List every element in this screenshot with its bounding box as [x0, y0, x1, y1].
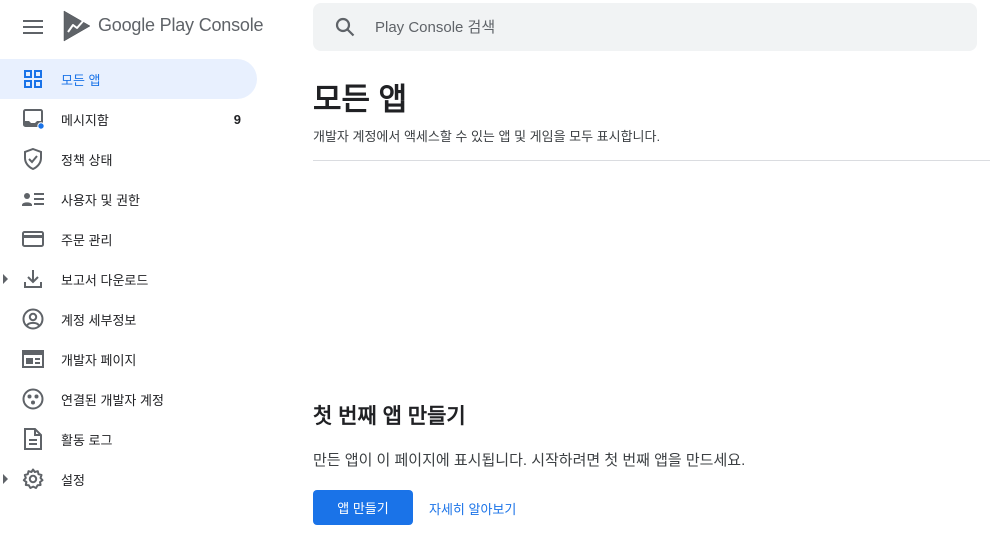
empty-state-title: 첫 번째 앱 만들기 [313, 405, 466, 428]
create-app-button[interactable]: 앱 만들기 [313, 490, 413, 525]
sidebar-item-label: 모든 앱 [61, 72, 101, 88]
sidebar-item-all-apps[interactable]: 모든 앱 [0, 59, 257, 99]
sidebar-item-label: 사용자 및 권한 [61, 192, 140, 208]
web-page-icon [22, 348, 44, 370]
sidebar-item-settings[interactable]: 설정 [0, 459, 257, 499]
brand-console: Console [198, 15, 264, 35]
sidebar-item-developer-page[interactable]: 개발자 페이지 [0, 339, 257, 379]
search-icon[interactable] [335, 17, 355, 37]
sidebar-item-label: 계정 세부정보 [61, 312, 137, 328]
page-title: 모든 앱 [313, 82, 408, 117]
brand-google: Google Play [98, 15, 194, 35]
credit-card-icon [22, 228, 44, 250]
search-bar[interactable] [313, 3, 977, 51]
sidebar: Google Play Console 모든 앱 메시지함 9 정책 상태 사용… [0, 0, 280, 556]
search-input[interactable] [375, 15, 955, 39]
hamburger-menu-icon [23, 20, 43, 34]
sidebar-item-label: 활동 로그 [61, 432, 113, 448]
inbox-count-badge: 9 [233, 111, 241, 127]
people-list-icon [22, 188, 44, 210]
sidebar-item-label: 설정 [61, 472, 85, 488]
expand-arrow-icon[interactable] [3, 274, 8, 284]
expand-arrow-icon[interactable] [3, 474, 8, 484]
sidebar-header: Google Play Console [0, 0, 280, 54]
sidebar-item-order-management[interactable]: 주문 관리 [0, 219, 257, 259]
sidebar-item-activity-log[interactable]: 활동 로그 [0, 419, 257, 459]
sidebar-nav: 모든 앱 메시지함 9 정책 상태 사용자 및 권한 주문 관리 보고서 다운로… [0, 59, 280, 499]
account-circle-icon [22, 308, 44, 330]
sidebar-item-linked-accounts[interactable]: 연결된 개발자 계정 [0, 379, 257, 419]
empty-state-description: 만든 앱이 이 페이지에 표시됩니다. 시작하려면 첫 번째 앱을 만드세요. [313, 452, 746, 469]
learn-more-link[interactable]: 자세히 알아보기 [429, 499, 516, 518]
sidebar-item-policy-status[interactable]: 정책 상태 [0, 139, 257, 179]
sidebar-item-account-details[interactable]: 계정 세부정보 [0, 299, 257, 339]
sidebar-item-label: 연결된 개발자 계정 [61, 392, 164, 408]
grid-icon [22, 68, 44, 90]
page-subtitle: 개발자 계정에서 액세스할 수 있는 앱 및 게임을 모두 표시합니다. [313, 129, 661, 144]
sidebar-item-label: 정책 상태 [61, 152, 113, 168]
gear-icon [22, 468, 44, 490]
sidebar-item-label: 주문 관리 [61, 232, 113, 248]
sidebar-item-users-permissions[interactable]: 사용자 및 권한 [0, 179, 257, 219]
shield-check-icon [22, 148, 44, 170]
sidebar-item-download-reports[interactable]: 보고서 다운로드 [0, 259, 257, 299]
sidebar-item-label: 보고서 다운로드 [61, 272, 149, 288]
document-icon [22, 428, 44, 450]
linked-accounts-icon [22, 388, 44, 410]
inbox-icon [22, 108, 44, 130]
divider [313, 160, 990, 161]
sidebar-item-inbox[interactable]: 메시지함 9 [0, 99, 257, 139]
download-icon [22, 268, 44, 290]
sidebar-item-label: 메시지함 [61, 112, 109, 128]
menu-button[interactable] [20, 15, 46, 39]
brand-name[interactable]: Google Play Console [98, 15, 264, 36]
play-console-logo-icon[interactable] [62, 10, 92, 42]
sidebar-item-label: 개발자 페이지 [61, 352, 137, 368]
